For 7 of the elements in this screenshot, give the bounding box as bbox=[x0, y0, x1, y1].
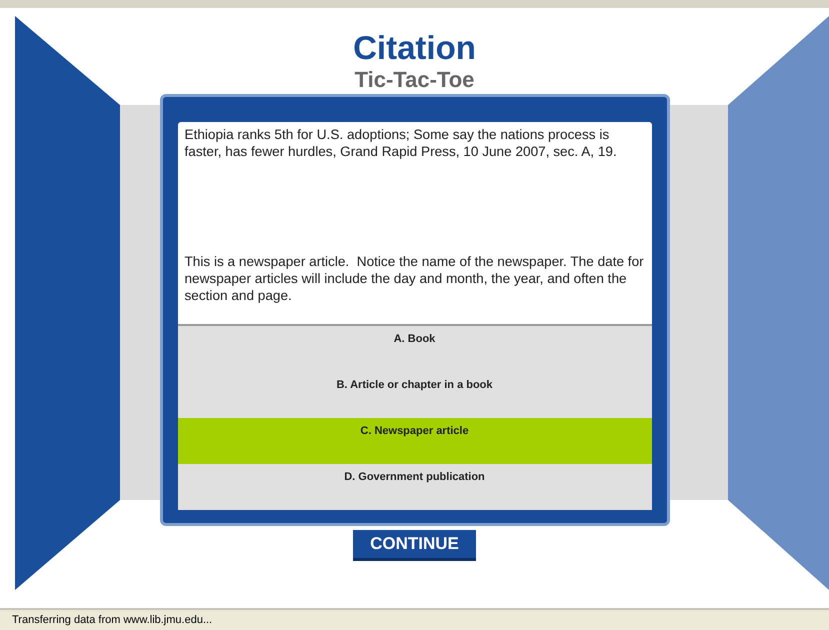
citation-text: Ethiopia ranks 5th for U.S. adoptions; Some say the nations process is faster, has fewer hurdles, Grand Rapid Press, 10 June 2007, sec. A, 19. bbox=[184, 126, 618, 160]
status-text: Transferring data from www.lib.jmu.edu... bbox=[12, 612, 212, 628]
answer-option[interactable]: C. Newspaper article bbox=[178, 418, 652, 464]
continue-button[interactable]: CONTINUE bbox=[353, 530, 476, 561]
page-subtitle: Tic-Tac-Toe bbox=[354, 68, 474, 92]
page-title: Citation bbox=[353, 28, 476, 68]
explanation-text: This is a newspaper article. Notice the name of the newspaper. The date for newspaper articles will include the day and month, the year, and often the section and page. bbox=[184, 253, 644, 304]
